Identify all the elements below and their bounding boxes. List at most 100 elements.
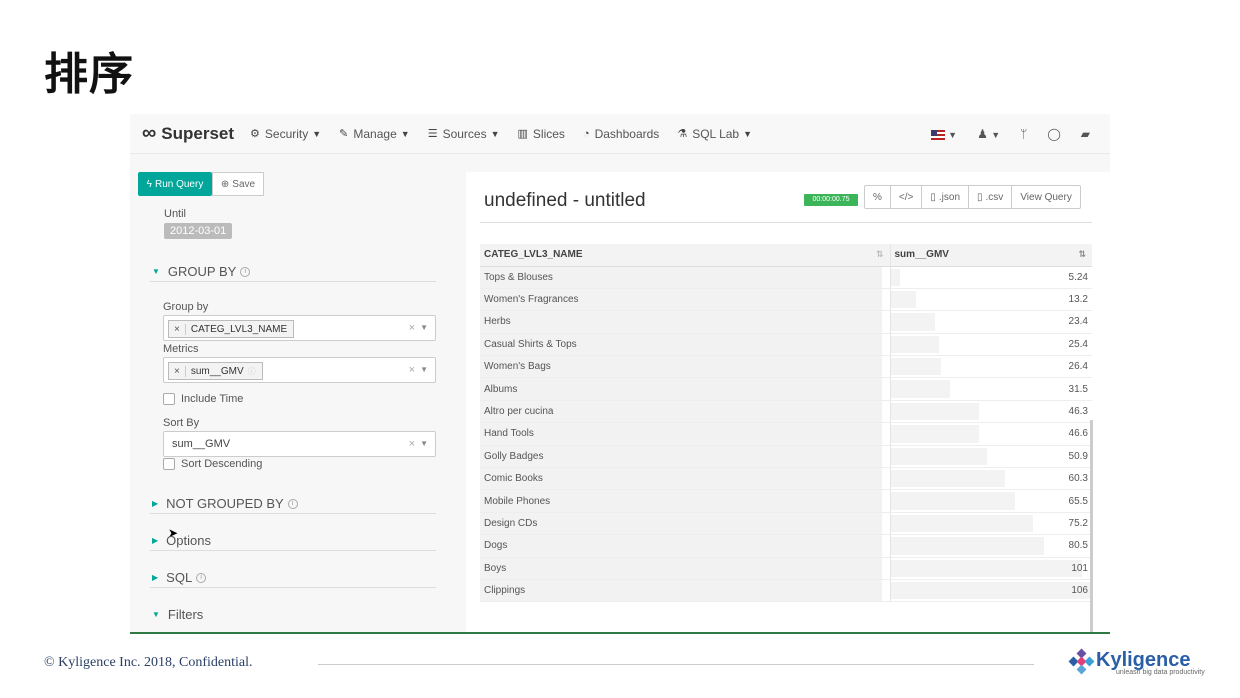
options-section[interactable]: ▶ Options: [150, 531, 436, 551]
action-buttons: % </> ▯ .json ▯ .csv View Query: [864, 185, 1081, 209]
database-icon: ☰: [427, 128, 438, 140]
category-cell: Casual Shirts & Tops: [480, 333, 890, 357]
group-by-section[interactable]: ▼ GROUP BY i: [150, 262, 436, 282]
filters-section[interactable]: ▼ Filters: [150, 604, 436, 624]
metrics-tag[interactable]: × sum__GMV ⓘ: [168, 362, 263, 380]
brand[interactable]: ∞ Superset: [142, 122, 234, 145]
nav-sql-lab[interactable]: ⚗ SQL Lab ▼: [677, 127, 752, 141]
column-header-label: sum__GMV: [894, 249, 949, 261]
value-bar: [890, 335, 939, 354]
table-row: Boys 101: [480, 557, 1092, 580]
table-row: Tops & Blouses 5.24: [480, 266, 1092, 289]
nav-dashboards[interactable]: ◔ Dashboards: [583, 127, 659, 141]
category-cell: Boys: [480, 557, 890, 580]
info-icon: ⓘ: [247, 366, 256, 376]
include-time-label: Include Time: [181, 393, 244, 405]
bolt-icon: ϟ: [146, 178, 152, 190]
category-cell: Golly Badges: [480, 445, 890, 469]
nav-slices[interactable]: ▥ Slices: [518, 127, 565, 141]
metrics-select[interactable]: × sum__GMV ⓘ × ▼: [163, 357, 436, 383]
flask-icon: ⚗: [677, 128, 688, 140]
value-bar: [890, 447, 988, 466]
category-cell: Tops & Blouses: [480, 266, 890, 289]
clear-icon[interactable]: ×: [409, 364, 415, 376]
include-time-checkbox[interactable]: Include Time: [163, 393, 243, 405]
checkbox[interactable]: [163, 393, 175, 405]
scrollbar[interactable]: [1090, 420, 1093, 634]
shorten-url-button[interactable]: %: [865, 186, 891, 208]
group-by-tag[interactable]: × CATEG_LVL3_NAME: [168, 320, 295, 338]
category-cell: Albums: [480, 377, 890, 401]
chevron-down-icon[interactable]: ▼: [420, 365, 428, 374]
clear-icon[interactable]: ×: [409, 438, 415, 450]
filters-label: Filters: [167, 606, 204, 622]
caret-right-icon: ▶: [152, 536, 159, 545]
gmv-cell: 31.5: [889, 377, 1092, 401]
run-query-button[interactable]: ϟ Run Query: [138, 172, 212, 196]
column-header[interactable]: CATEG_LVL3_NAME ⇅: [480, 244, 890, 267]
gmv-cell: 60.3: [889, 467, 1092, 491]
sql-section[interactable]: ▶ SQL i: [150, 568, 436, 588]
gmv-value: 65.5: [1068, 495, 1088, 507]
value-bar: [890, 537, 1044, 555]
gmv-value: 106: [1071, 585, 1088, 597]
gmv-value: 13.2: [1068, 294, 1088, 306]
divider: [130, 632, 1110, 634]
clear-icon[interactable]: ×: [409, 322, 415, 334]
table-row: Comic Books 60.3: [480, 467, 1092, 491]
gmv-value: 60.3: [1068, 473, 1088, 485]
gmv-cell: 46.3: [889, 400, 1092, 424]
sort-descending-label: Sort Descending: [181, 458, 263, 470]
table-row: Dogs 80.5: [480, 534, 1092, 558]
until-value[interactable]: 2012-03-01: [164, 223, 233, 239]
kyligence-logo: Kyligence unleash big data productivity: [1066, 648, 1205, 678]
json-export-button[interactable]: ▯ .json: [922, 186, 970, 208]
save-button[interactable]: ⊕ Save: [212, 172, 264, 196]
table-row: Clippings 106: [480, 579, 1092, 603]
nav-sources[interactable]: ☰ Sources ▼: [428, 127, 500, 141]
docs-icon[interactable]: ▰: [1081, 127, 1090, 141]
info-icon: i: [287, 498, 298, 509]
column-header-label: CATEG_LVL3_NAME: [484, 249, 583, 261]
navbar: ∞ Superset ⚙ Security ▼ ✎ Manage ▼ ☰ Sou…: [130, 114, 1110, 154]
category-cell: Clippings: [480, 579, 890, 603]
checkbox[interactable]: [163, 458, 175, 470]
logo-tagline: unleash big data productivity: [1116, 668, 1205, 676]
csv-export-button[interactable]: ▯ .csv: [969, 186, 1013, 208]
brand-name: Superset: [161, 123, 235, 143]
info-icon: i: [240, 266, 251, 277]
nav-security[interactable]: ⚙ Security ▼: [250, 127, 321, 141]
view-query-button[interactable]: View Query: [1012, 186, 1080, 208]
table-row: Women's Bags 26.4: [480, 355, 1092, 379]
sort-by-select[interactable]: sum__GMV × ▼: [163, 431, 436, 457]
github-icon[interactable]: ◯: [1047, 127, 1060, 141]
file-icon: ▯: [977, 191, 983, 203]
category-cell: Design CDs: [480, 512, 890, 536]
remove-tag-icon[interactable]: ×: [169, 365, 186, 377]
language-selector[interactable]: ▼: [930, 127, 957, 141]
table-row: Altro per cucina 46.3: [480, 400, 1092, 424]
value-bar: [890, 290, 916, 309]
gmv-cell: 101: [889, 557, 1092, 580]
gmv-cell: 46.6: [889, 422, 1092, 446]
chevron-down-icon[interactable]: ▼: [420, 323, 428, 332]
remove-tag-icon[interactable]: ×: [169, 323, 186, 335]
chevron-down-icon[interactable]: ▼: [420, 439, 428, 448]
table-row: Casual Shirts & Tops 25.4: [480, 333, 1092, 357]
sort-icon[interactable]: ⇅: [1078, 249, 1086, 260]
column-header[interactable]: sum__GMV ⇅: [889, 244, 1092, 267]
gmv-value: 50.9: [1068, 450, 1088, 462]
not-grouped-by-label: NOT GROUPED BY: [166, 496, 284, 511]
sort-descending-checkbox[interactable]: Sort Descending: [163, 458, 262, 470]
category-cell: Herbs: [480, 310, 890, 334]
user-icon: ♟: [977, 127, 988, 141]
chevron-down-icon: ▼: [743, 128, 753, 139]
version-icon[interactable]: ᛘ: [1020, 127, 1027, 141]
not-grouped-by-section[interactable]: ▶ NOT GROUPED BY i: [150, 494, 436, 514]
nav-manage[interactable]: ✎ Manage ▼: [339, 127, 410, 141]
footer-copyright: © Kyligence Inc. 2018, Confidential.: [44, 655, 253, 670]
sort-icon[interactable]: ⇅: [876, 249, 884, 260]
user-menu[interactable]: ♟ ▼: [977, 127, 1000, 141]
group-by-select[interactable]: × CATEG_LVL3_NAME × ▼: [163, 315, 436, 341]
embed-code-button[interactable]: </>: [891, 186, 923, 208]
